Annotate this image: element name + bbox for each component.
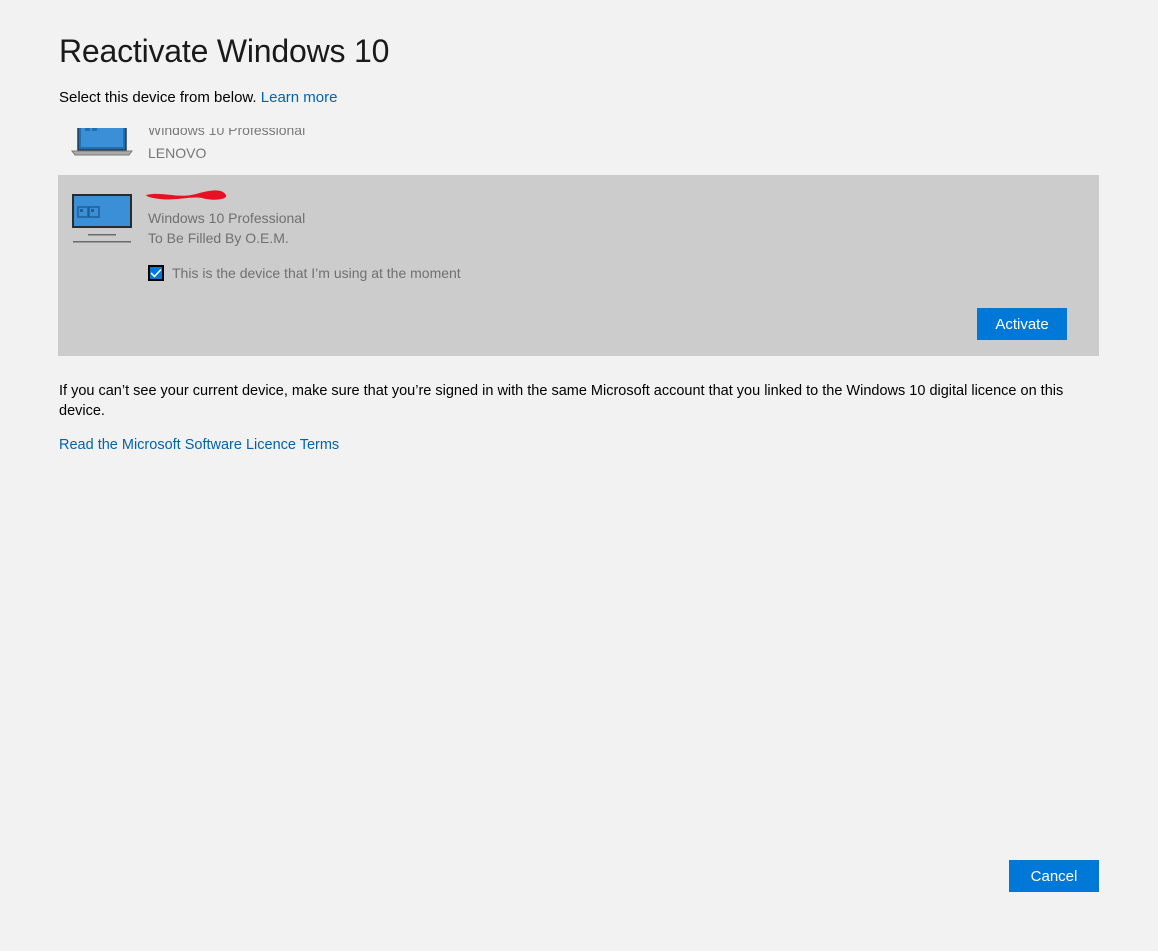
activate-button[interactable]: Activate — [977, 308, 1067, 340]
page-title: Reactivate Windows 10 — [59, 33, 390, 69]
checkmark-icon — [150, 268, 162, 278]
info-text: If you can’t see your current device, ma… — [59, 383, 1064, 419]
desktop-monitor-icon — [72, 194, 132, 243]
device-item-lenovo[interactable]: Windows 10 Professional LENOVO — [58, 128, 1099, 175]
device-os: Windows 10 Professional — [148, 210, 306, 226]
laptop-icon — [71, 128, 133, 156]
subtitle-text: Select this device from below. — [59, 89, 257, 106]
device-manufacturer: To Be Filled By O.E.M. — [148, 230, 289, 246]
device-item-selected[interactable]: Windows 10 Professional To Be Filled By … — [58, 175, 1099, 356]
licence-terms-link[interactable]: Read the Microsoft Software Licence Term… — [59, 437, 339, 453]
learn-more-link[interactable]: Learn more — [261, 89, 338, 106]
subtitle: Select this device from below. Learn mor… — [59, 89, 337, 106]
device-manufacturer: LENOVO — [148, 145, 207, 161]
device-list: Windows 10 Professional LENOVO Windows 1… — [58, 128, 1099, 356]
cancel-button[interactable]: Cancel — [1009, 860, 1099, 892]
redacted-device-name — [146, 190, 227, 200]
current-device-label: This is the device that I’m using at the… — [172, 265, 461, 281]
device-os: Windows 10 Professional — [148, 128, 306, 138]
reactivate-windows-page: Reactivate Windows 10 Select this device… — [0, 0, 1158, 951]
current-device-row: This is the device that I’m using at the… — [148, 265, 461, 281]
current-device-checkbox[interactable] — [148, 265, 164, 281]
